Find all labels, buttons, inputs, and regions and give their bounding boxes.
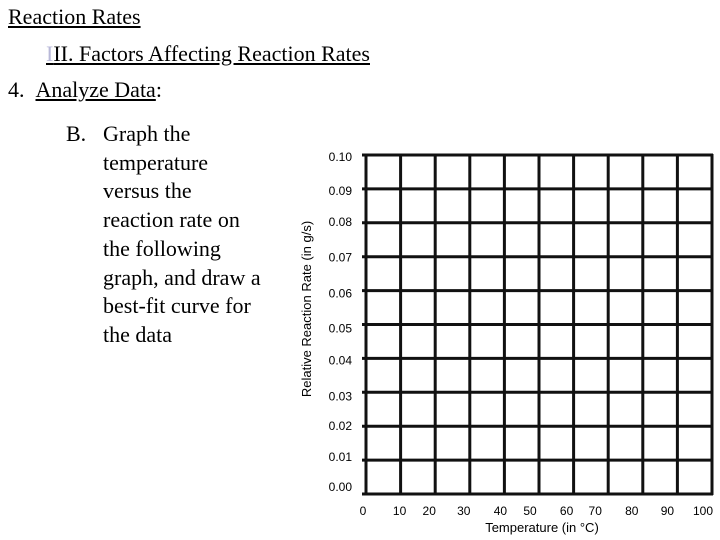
y-tick-label: 0.01 bbox=[329, 450, 353, 464]
x-axis-title: Temperature (in °C) bbox=[485, 520, 599, 535]
x-tick-label: 60 bbox=[560, 504, 574, 518]
grid bbox=[362, 153, 714, 496]
x-tick-label: 80 bbox=[625, 504, 639, 518]
y-tick-label: 0.10 bbox=[329, 150, 353, 164]
graph-chart: 0.10 0.09 0.08 0.07 0.06 0.05 0.04 0.03 0.02 0.01… bbox=[299, 150, 714, 535]
x-tick-label: 30 bbox=[457, 504, 471, 518]
y-tick-label: 0.02 bbox=[329, 419, 353, 433]
x-tick-labels: 0 10 20 30 40 50 60 70 80 90 100 bbox=[360, 504, 714, 518]
x-tick-label: 0 bbox=[360, 504, 367, 518]
y-tick-labels: 0.10 0.09 0.08 0.07 0.06 0.05 0.04 0.03 0.02 0.01… bbox=[329, 150, 353, 494]
x-tick-label: 40 bbox=[494, 504, 508, 518]
y-tick-label: 0.04 bbox=[329, 353, 353, 367]
x-tick-label: 100 bbox=[693, 504, 713, 518]
y-tick-label: 0.07 bbox=[329, 251, 353, 265]
x-tick-label: 10 bbox=[393, 504, 407, 518]
x-tick-label: 70 bbox=[589, 504, 603, 518]
y-tick-label: 0.00 bbox=[329, 480, 353, 494]
y-tick-label: 0.03 bbox=[329, 389, 353, 403]
y-tick-label: 0.05 bbox=[329, 322, 353, 336]
x-tick-label: 20 bbox=[423, 504, 437, 518]
y-tick-label: 0.06 bbox=[329, 287, 353, 301]
x-tick-label: 50 bbox=[523, 504, 537, 518]
x-tick-label: 90 bbox=[661, 504, 675, 518]
y-tick-label: 0.09 bbox=[329, 184, 353, 198]
y-axis-title: Relative Reaction Rate (in g/s) bbox=[299, 221, 314, 397]
y-tick-label: 0.08 bbox=[329, 215, 353, 229]
